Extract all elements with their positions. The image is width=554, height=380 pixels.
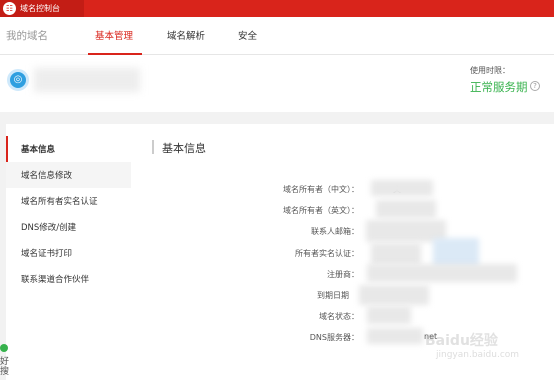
redacted-registrar (367, 264, 517, 282)
top-header-bar: ☷ 域名控制台 (0, 0, 554, 17)
domain-info-bar: ◎ 使用时限： 正常服务期 ? (0, 56, 554, 112)
tab-security[interactable]: 安全 (238, 28, 257, 42)
service-period-label: 使用时限： (470, 66, 510, 75)
main-nav: 我的域名 基本管理 域名解析 安全 (0, 17, 554, 55)
floating-search-widget[interactable]: 好搜 (0, 357, 10, 377)
sidebar: 基本信息 域名信息修改 域名所有者实名认证 DNS修改/创建 域名证书打印 联系… (6, 124, 131, 380)
label-registrar: 注册商： (327, 270, 359, 279)
sidebar-item-basic-info[interactable]: 基本信息 (6, 136, 131, 162)
brand-logo-icon: ☷ (3, 2, 16, 15)
domain-name-redacted (34, 68, 140, 92)
domain-globe-icon: ◎ (7, 69, 29, 91)
online-indicator-icon (0, 344, 8, 352)
tab-dns-resolution[interactable]: 域名解析 (167, 28, 205, 42)
redacted-status (367, 306, 411, 324)
redacted-owner-cn (371, 180, 433, 196)
redacted-owner-en (376, 200, 436, 218)
sidebar-item-owner-verification[interactable]: 域名所有者实名认证 (6, 188, 131, 214)
tab-basic-management[interactable]: 基本管理 (95, 28, 133, 42)
sidebar-item-dns-modify[interactable]: DNS修改/创建 (6, 214, 131, 240)
console-brand[interactable]: ☷ 域名控制台 (0, 0, 84, 17)
watermark-logo: Baidu经验 (425, 333, 498, 349)
label-dns-server: DNS服务器： (309, 333, 359, 342)
label-owner-verification: 所有者实名认证： (295, 249, 359, 258)
label-contact-email: 联系人邮箱： (311, 227, 359, 236)
service-status-value: 正常服务期 (470, 80, 528, 94)
redacted-expiry (359, 285, 429, 305)
label-domain-status: 域名状态： (319, 312, 359, 321)
label-owner-cn: 域名所有者（中文）： (283, 185, 359, 194)
console-title: 域名控制台 (20, 4, 60, 13)
active-tab-indicator (88, 53, 142, 55)
sidebar-item-modify-info[interactable]: 域名信息修改 (6, 162, 131, 188)
help-icon[interactable]: ? (530, 81, 540, 91)
section-divider (152, 140, 154, 154)
label-expiry-date: 到期日期 (317, 291, 349, 300)
sidebar-item-certificate-print[interactable]: 域名证书打印 (6, 240, 131, 266)
label-owner-en: 域名所有者（英文）： (283, 206, 359, 215)
sidebar-item-contact-partner[interactable]: 联系渠道合作伙伴 (6, 266, 131, 292)
section-title: 基本信息 (162, 142, 206, 155)
redacted-verification (371, 243, 421, 265)
nav-my-domains[interactable]: 我的域名 (6, 28, 48, 43)
watermark-url: jingyan.baidu.com (436, 350, 520, 360)
redacted-dns (367, 328, 423, 344)
